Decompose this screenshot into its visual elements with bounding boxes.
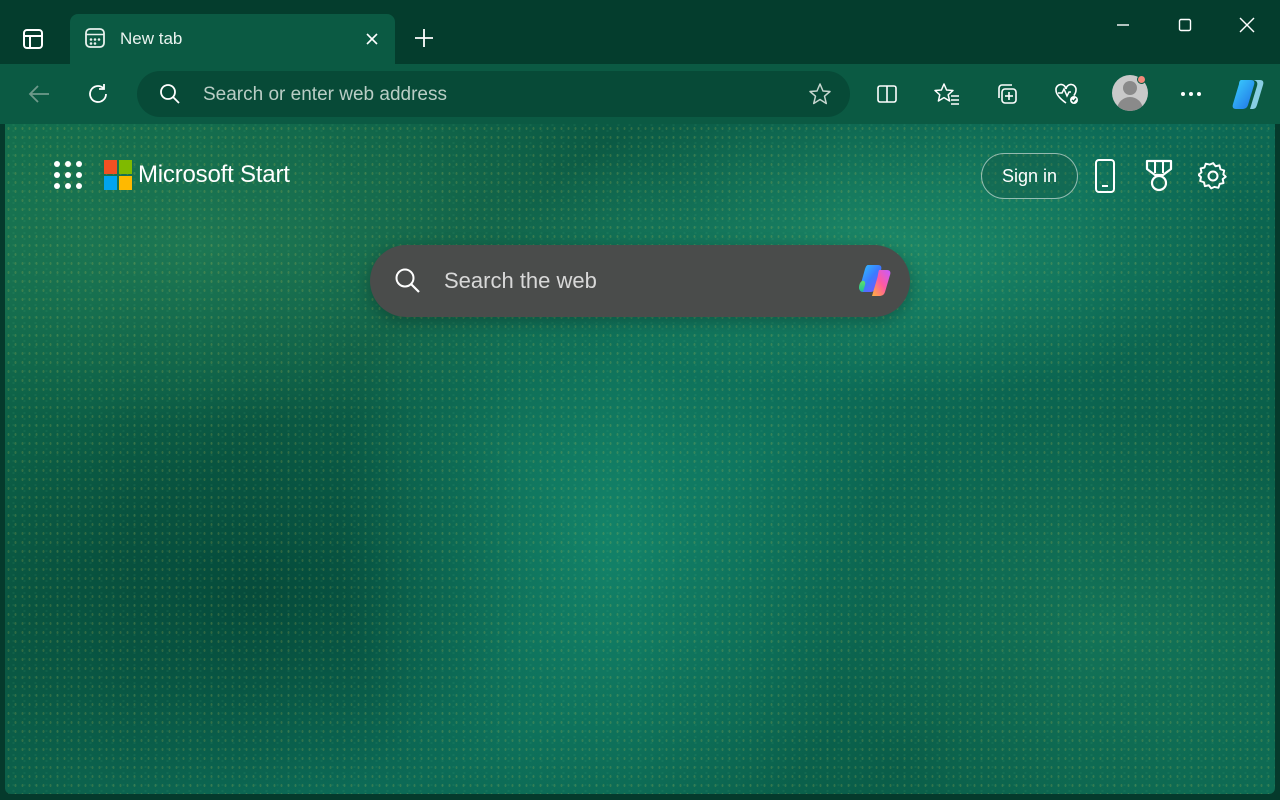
- copilot-icon: [1232, 80, 1264, 109]
- app-launcher-icon[interactable]: [53, 160, 82, 189]
- maximize-icon: [1178, 18, 1192, 32]
- sign-in-button[interactable]: Sign in: [981, 153, 1078, 199]
- ellipsis-icon: [1181, 92, 1201, 96]
- gear-icon: [1198, 162, 1227, 190]
- browser-essentials-button[interactable]: [1049, 76, 1085, 112]
- heart-pulse-icon: [1055, 83, 1078, 104]
- avatar-head: [1123, 81, 1137, 95]
- close-icon: [1239, 17, 1255, 33]
- title-bar: New tab: [0, 0, 1280, 64]
- minimize-button[interactable]: [1101, 8, 1145, 42]
- brand-name[interactable]: Microsoft Start: [138, 161, 290, 189]
- split-screen-button[interactable]: [869, 76, 905, 112]
- refresh-button[interactable]: [80, 76, 116, 112]
- rewards-button[interactable]: [1141, 156, 1177, 196]
- split-screen-icon: [877, 85, 897, 103]
- window-close-button[interactable]: [1225, 8, 1269, 42]
- copilot-button[interactable]: [1229, 76, 1269, 112]
- tab-new-tab[interactable]: New tab: [70, 14, 395, 64]
- background-texture: [5, 124, 1275, 794]
- favorites-button[interactable]: [929, 76, 965, 112]
- tab-actions-menu-button[interactable]: [16, 22, 50, 56]
- profile-notification-dot: [1137, 75, 1146, 84]
- favorites-icon: [934, 83, 959, 105]
- web-search-placeholder: Search the web: [444, 268, 597, 293]
- browser-toolbar: Search or enter web address: [0, 64, 1280, 124]
- address-bar-placeholder: Search or enter web address: [203, 84, 447, 105]
- star-icon[interactable]: [808, 82, 832, 106]
- microsoft-logo-icon: [104, 160, 132, 190]
- phone-icon: [1095, 159, 1115, 193]
- mobile-app-button[interactable]: [1087, 156, 1123, 196]
- more-button[interactable]: [1173, 76, 1209, 112]
- web-search-box[interactable]: Search the web: [370, 245, 910, 317]
- tab-actions-icon: [23, 29, 43, 49]
- copilot-icon[interactable]: [854, 259, 898, 303]
- search-icon: [395, 268, 420, 293]
- new-tab-page-icon: [84, 27, 106, 49]
- back-arrow-icon: [28, 85, 49, 103]
- settings-button[interactable]: [1195, 156, 1231, 196]
- minimize-icon: [1117, 24, 1129, 26]
- collections-button[interactable]: [989, 76, 1025, 112]
- new-tab-page: Microsoft Start Sign in Search the web: [5, 124, 1275, 794]
- rewards-medal-icon: [1145, 159, 1173, 192]
- avatar-body: [1117, 97, 1143, 111]
- new-tab-button[interactable]: [408, 22, 440, 54]
- plus-icon: [415, 29, 433, 47]
- tab-title: New tab: [120, 29, 183, 48]
- collections-icon: [998, 84, 1017, 104]
- tab-close-button[interactable]: [359, 26, 385, 52]
- back-button[interactable]: [21, 76, 57, 112]
- maximize-button[interactable]: [1163, 8, 1207, 42]
- close-icon: [366, 33, 378, 45]
- search-icon: [160, 84, 180, 104]
- address-bar[interactable]: Search or enter web address: [137, 71, 850, 117]
- refresh-icon: [89, 84, 107, 103]
